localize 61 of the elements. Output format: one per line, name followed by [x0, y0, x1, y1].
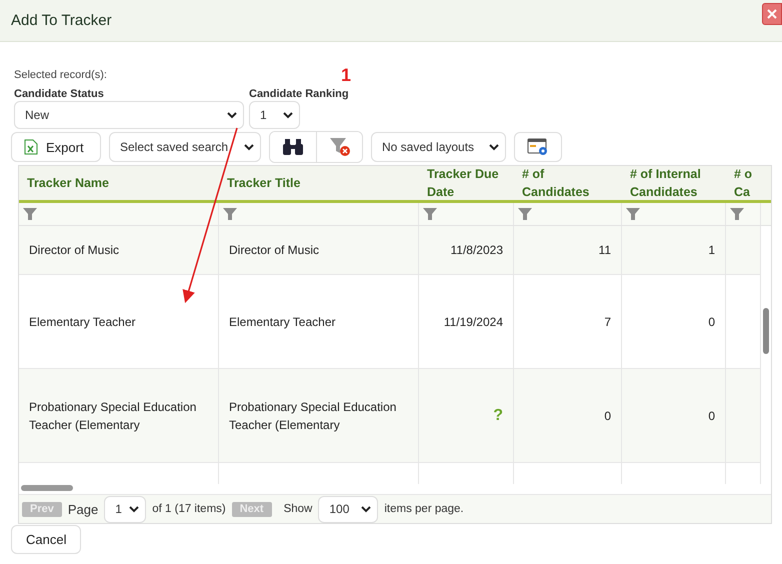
candidate-status-label: Candidate Status [14, 88, 105, 100]
filter-icon[interactable] [730, 208, 744, 220]
saved-search-select[interactable]: Select saved search [109, 132, 261, 162]
table-cell-text: Probationary Special Education Teacher (Elementary [229, 398, 398, 434]
items-per-page-label: items per page. [384, 503, 464, 515]
table-cell-text: Probationary Special Education Teacher (Elementary [29, 398, 198, 434]
table-cell-text: 11 [598, 242, 611, 259]
layouts-select[interactable]: No saved layouts [371, 132, 506, 162]
chevron-down-icon [244, 144, 254, 150]
column-header[interactable]: Tracker Name [27, 174, 110, 192]
cancel-button[interactable]: Cancel [11, 525, 82, 554]
table-cell-text: 0 [708, 408, 715, 424]
clear-filter-button[interactable] [316, 132, 362, 162]
column-header[interactable]: # of Candidates [522, 165, 608, 201]
chevron-down-icon [283, 112, 293, 118]
spreadsheet-icon [24, 139, 38, 155]
table-cell-text: Elementary Teacher [29, 314, 136, 330]
table-cell-text: Director of Music [29, 242, 120, 259]
window-gear-icon [527, 138, 549, 156]
candidate-status-select[interactable]: New [14, 101, 244, 129]
candidate-ranking-label: Candidate Ranking [249, 88, 349, 100]
close-icon [767, 8, 777, 18]
export-button[interactable]: Export [11, 132, 101, 162]
table-cell-text: 1 [708, 242, 715, 259]
filter-icon[interactable] [423, 208, 437, 220]
table-cell-text: 11/8/2023 [450, 242, 503, 259]
chevron-down-icon [361, 506, 372, 512]
column-header[interactable]: Tracker Title [227, 174, 300, 192]
chevron-down-icon [129, 506, 140, 512]
show-label: Show [284, 503, 312, 515]
page-select[interactable]: 1 [104, 496, 146, 522]
table-cell-text: Elementary Teacher [229, 314, 336, 330]
filter-clear-icon [328, 137, 350, 157]
selected-records-count: 1 [341, 64, 352, 86]
column-header[interactable]: Tracker Due Date [427, 165, 506, 201]
chevron-down-icon [227, 112, 237, 118]
selected-records-label: Selected record(s): [14, 69, 108, 81]
table-cell-text: Director of Music [229, 242, 320, 259]
binoculars-icon [282, 138, 304, 156]
filter-icon[interactable] [23, 208, 37, 220]
per-page-select[interactable]: 100 [318, 496, 378, 522]
column-header[interactable]: # of Internal Candidates [630, 165, 716, 201]
page-label: Page [68, 502, 98, 516]
column-header[interactable]: # o Ca [734, 165, 753, 201]
unknown-date-mark: ? [493, 406, 503, 424]
filter-icon[interactable] [518, 208, 532, 220]
filter-icon[interactable] [626, 208, 640, 220]
table-cell-text: 0 [708, 314, 715, 330]
window-title: Add To Tracker [11, 12, 112, 29]
table-cell-text: 0 [604, 408, 611, 424]
horizontal-scrollbar[interactable] [21, 485, 73, 491]
layout-settings-button[interactable] [514, 132, 562, 162]
filter-icon[interactable] [223, 208, 237, 220]
candidate-ranking-select[interactable]: 1 [249, 101, 300, 129]
page-count: of 1 (17 items) [152, 503, 226, 515]
table-row[interactable]: Director of Music Director of Music 11/8/2023 11 1 [19, 226, 761, 275]
chevron-down-icon [489, 144, 499, 150]
close-button[interactable] [762, 2, 782, 24]
table-cell-text: 7 [604, 314, 611, 330]
table-cell-text: 11/19/2024 [444, 314, 503, 330]
table-row[interactable]: Probationary Special Education Teacher (Elementary Probationary Special Education Teacher (Elementary ? 0 0 [19, 369, 761, 463]
